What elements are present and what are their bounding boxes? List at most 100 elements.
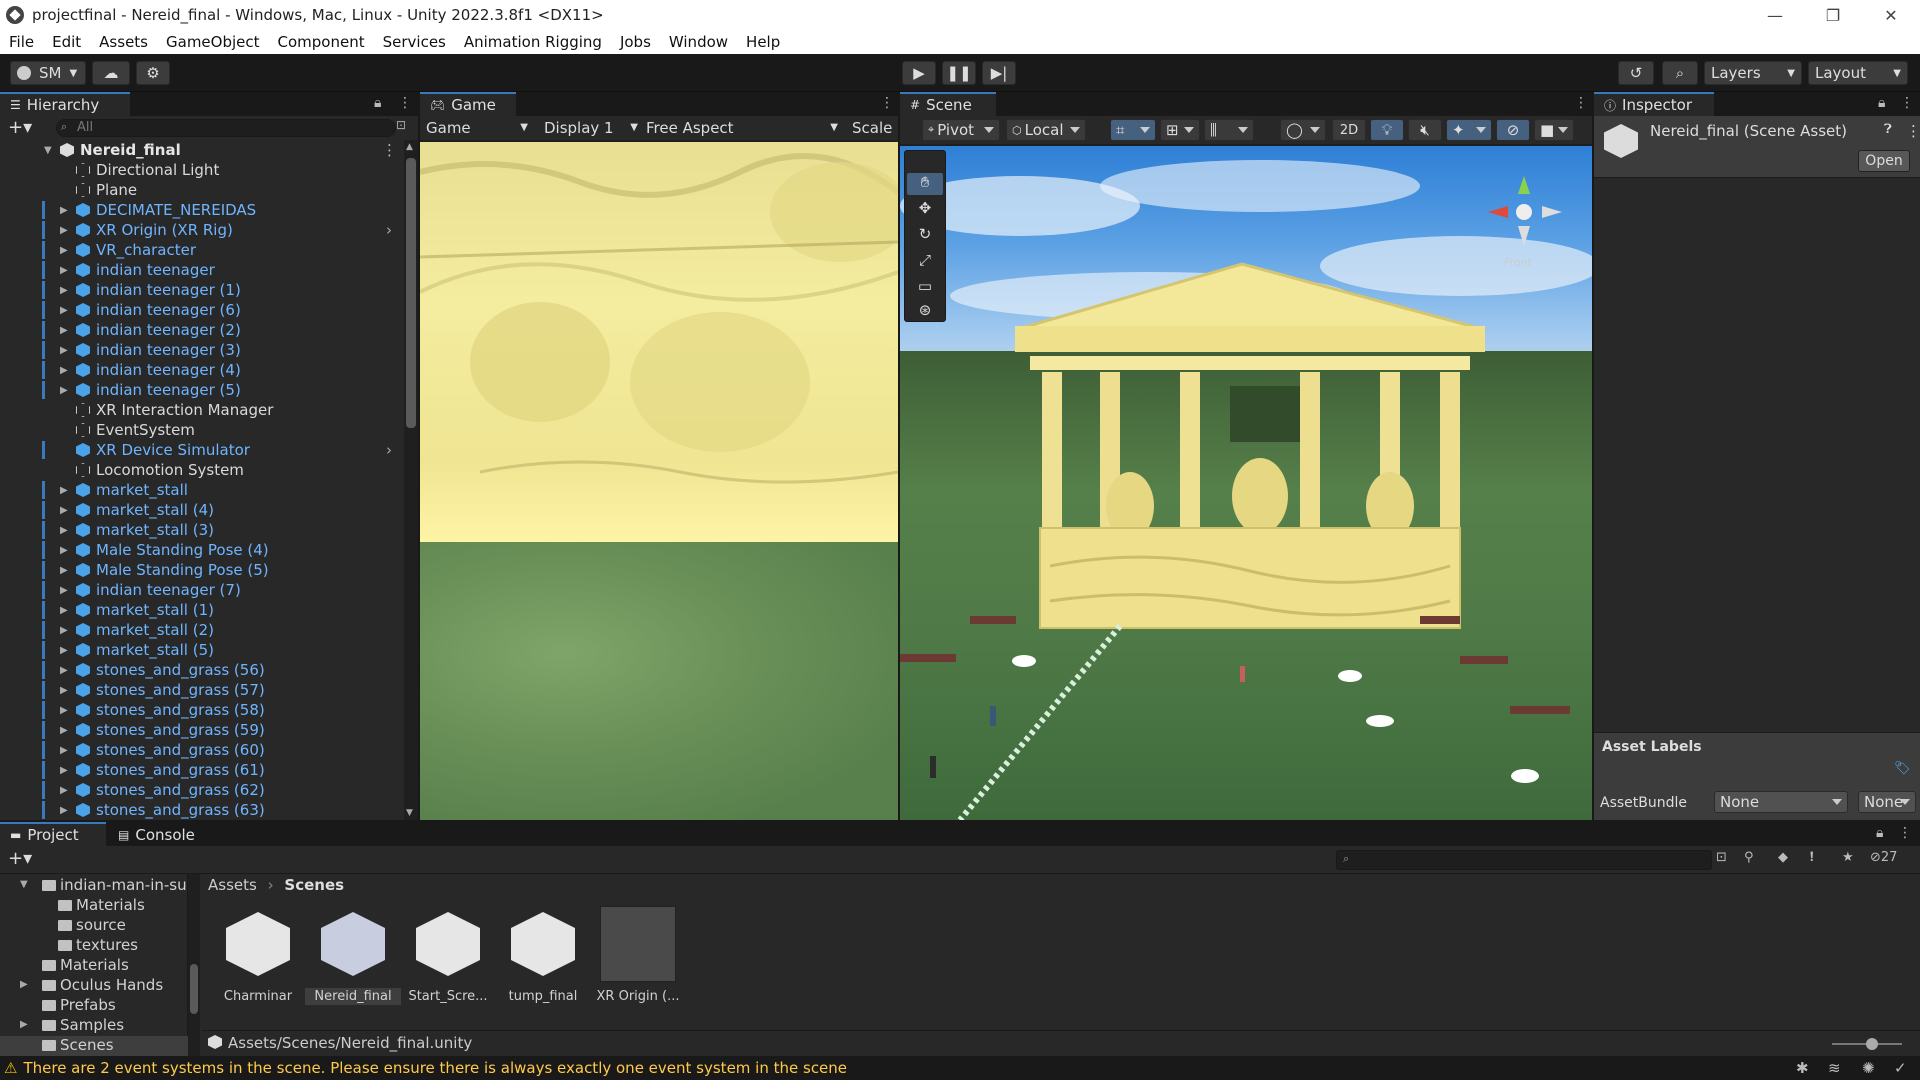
expand-right-icon[interactable]: ▶ [60, 225, 68, 236]
scroll-up-icon[interactable]: ▲ [406, 142, 413, 152]
label-tag-icon[interactable]: 🏷︎ [1894, 761, 1911, 776]
folder-tree-item[interactable]: Materials [0, 956, 188, 976]
filter-icon[interactable]: ⚲ [1744, 850, 1754, 865]
cache-icon[interactable]: ≋ [1828, 1059, 1841, 1077]
hierarchy-item[interactable]: ▶ stones_and_grass (56) [0, 660, 400, 680]
hierarchy-item[interactable]: ▶ stones_and_grass (63) [0, 800, 400, 820]
hierarchy-item[interactable]: ▶ stones_and_grass (57) [0, 680, 400, 700]
hierarchy-item[interactable]: ▶ stones_and_grass (62) [0, 780, 400, 800]
search-options-icon[interactable]: ⊡ [396, 118, 406, 132]
folder-tree-item[interactable]: Scenes [0, 1036, 188, 1056]
expand-right-icon[interactable]: ▶ [60, 265, 68, 276]
restore-button[interactable]: ❐ [1804, 0, 1862, 30]
move-tool-button[interactable]: ✥ [907, 199, 943, 221]
play-button[interactable]: ▶ [902, 61, 936, 85]
expand-right-icon[interactable]: ▶ [60, 245, 68, 256]
asset-item[interactable]: Nereid_final [305, 906, 401, 1005]
menu-edit[interactable]: Edit [43, 33, 90, 51]
hierarchy-item[interactable]: XR Interaction Manager [0, 400, 400, 420]
expand-down-icon[interactable]: ▼ [44, 145, 52, 156]
expand-right-icon[interactable]: ▶ [60, 745, 68, 756]
audio-toggle[interactable]: 🔇︎ [1408, 119, 1442, 141]
hierarchy-scroll-thumb[interactable] [406, 158, 416, 428]
hand-tool-button[interactable]: ✋︎ [907, 173, 943, 195]
status-message[interactable]: There are 2 event systems in the scene. … [23, 1059, 847, 1077]
hierarchy-item[interactable]: ▶ market_stall [0, 480, 400, 500]
favorite-star-icon[interactable]: ★ [1842, 850, 1854, 865]
scroll-down-icon[interactable]: ▼ [406, 808, 413, 818]
expand-right-icon[interactable]: ▶ [60, 205, 68, 216]
hierarchy-item[interactable]: ▶ stones_and_grass (58) [0, 700, 400, 720]
kebab-menu-icon[interactable]: ⋮ [1898, 825, 1912, 841]
asset-item[interactable]: XR Origin (... [590, 906, 686, 1005]
scene-row[interactable]: ▼ Nereid_final ⋮ [0, 140, 400, 160]
hierarchy-item[interactable]: ▶ indian teenager (1) [0, 280, 400, 300]
hierarchy-item[interactable]: EventSystem [0, 420, 400, 440]
folder-tree-item[interactable]: Prefabs [0, 996, 188, 1016]
expand-right-icon[interactable]: ▶ [60, 785, 68, 796]
grid-snap-dropdown[interactable]: ⌗ [1110, 119, 1156, 141]
scene-visibility-toggle[interactable]: ⊘ [1496, 119, 1530, 141]
hierarchy-item[interactable]: ▶ market_stall (5) [0, 640, 400, 660]
transform-tool-button[interactable]: ⊛ [907, 301, 943, 323]
check-icon[interactable]: ✓ [1894, 1059, 1907, 1077]
menu-help[interactable]: Help [737, 33, 789, 51]
warning-filter-icon[interactable]: ❗︎ [1810, 850, 1814, 865]
hierarchy-item[interactable]: ▶ Male Standing Pose (4) [0, 540, 400, 560]
help-icon[interactable]: ❓︎ [1884, 122, 1892, 137]
expand-right-icon[interactable]: ▶ [60, 365, 68, 376]
add-icon[interactable]: +▾ [8, 848, 32, 869]
assetbundle-dropdown[interactable]: None [1714, 791, 1848, 813]
expand-right-icon[interactable]: ▶ [60, 625, 68, 636]
tab-scene[interactable]: # Scene [900, 92, 996, 116]
hierarchy-item[interactable]: ▶ indian teenager (4) [0, 360, 400, 380]
lock-icon[interactable]: 🔒︎ [374, 95, 381, 111]
minimize-button[interactable]: — [1746, 0, 1804, 30]
folder-tree-item[interactable]: ▶ Oculus Hands [0, 976, 188, 996]
expand-right-icon[interactable]: ▶ [60, 725, 68, 736]
expand-right-icon[interactable]: ▶ [60, 645, 68, 656]
local-dropdown[interactable]: ⬡ Local [1006, 119, 1086, 141]
expand-right-icon[interactable]: ▶ [60, 665, 68, 676]
menu-services[interactable]: Services [374, 33, 455, 51]
tab-game[interactable]: 🎮︎ Game [420, 92, 516, 116]
camera-dropdown[interactable]: ■ [1534, 119, 1574, 141]
expand-right-icon[interactable]: ▶ [60, 545, 68, 556]
expand-right-icon[interactable]: ▶ [60, 305, 68, 316]
expand-right-icon[interactable]: ▶ [60, 485, 68, 496]
project-tree-scrollbar[interactable] [188, 874, 200, 1056]
folder-tree-item[interactable]: Materials [0, 896, 188, 916]
kebab-menu-icon[interactable]: ⋮ [398, 95, 412, 111]
breadcrumb-assets[interactable]: Assets [208, 876, 257, 894]
expand-right-icon[interactable]: ▶ [60, 285, 68, 296]
expand-right-icon[interactable]: ▶ [60, 525, 68, 536]
tab-project[interactable]: ▬ Project [0, 822, 106, 846]
menu-animation-rigging[interactable]: Animation Rigging [455, 33, 611, 51]
add-icon[interactable]: +▾ [8, 117, 32, 138]
scale-tool-button[interactable]: ⤢ [907, 251, 943, 273]
breadcrumb-scenes[interactable]: Scenes [284, 876, 344, 894]
effects-dropdown[interactable]: ✦ [1446, 119, 1492, 141]
hierarchy-item[interactable]: ▶ market_stall (1) [0, 600, 400, 620]
asset-item[interactable]: tump_final [495, 906, 591, 1005]
hierarchy-item[interactable]: ▶ market_stall (2) [0, 620, 400, 640]
layout-dropdown[interactable]: Layout ▼ [1808, 61, 1908, 85]
hierarchy-item[interactable]: ▶ indian teenager (6) [0, 300, 400, 320]
pivot-dropdown[interactable]: ⌖ Pivot [922, 119, 1000, 141]
bug-icon[interactable]: ✺ [1862, 1059, 1875, 1077]
menu-assets[interactable]: Assets [90, 33, 157, 51]
hierarchy-item[interactable]: ▶ stones_and_grass (61) [0, 760, 400, 780]
hierarchy-item[interactable]: ▶ market_stall (4) [0, 500, 400, 520]
kebab-menu-icon[interactable]: ⋮ [1574, 95, 1588, 111]
slider-handle[interactable] [1866, 1038, 1878, 1050]
draw-mode-dropdown[interactable]: ◯ [1280, 119, 1326, 141]
search-by-type-icon[interactable]: ⊡ [1716, 850, 1727, 865]
lock-icon[interactable]: 🔒︎ [1878, 95, 1885, 111]
hierarchy-item[interactable]: ▶ indian teenager [0, 260, 400, 280]
hierarchy-item[interactable]: Plane [0, 180, 400, 200]
open-button[interactable]: Open [1858, 150, 1910, 172]
kebab-menu-icon[interactable]: ⋮ [880, 95, 894, 111]
hierarchy-item[interactable]: ▶ stones_and_grass (59) [0, 720, 400, 740]
lock-icon[interactable]: 🔒︎ [1876, 825, 1883, 841]
tab-hierarchy[interactable]: ☰ Hierarchy [0, 92, 130, 116]
